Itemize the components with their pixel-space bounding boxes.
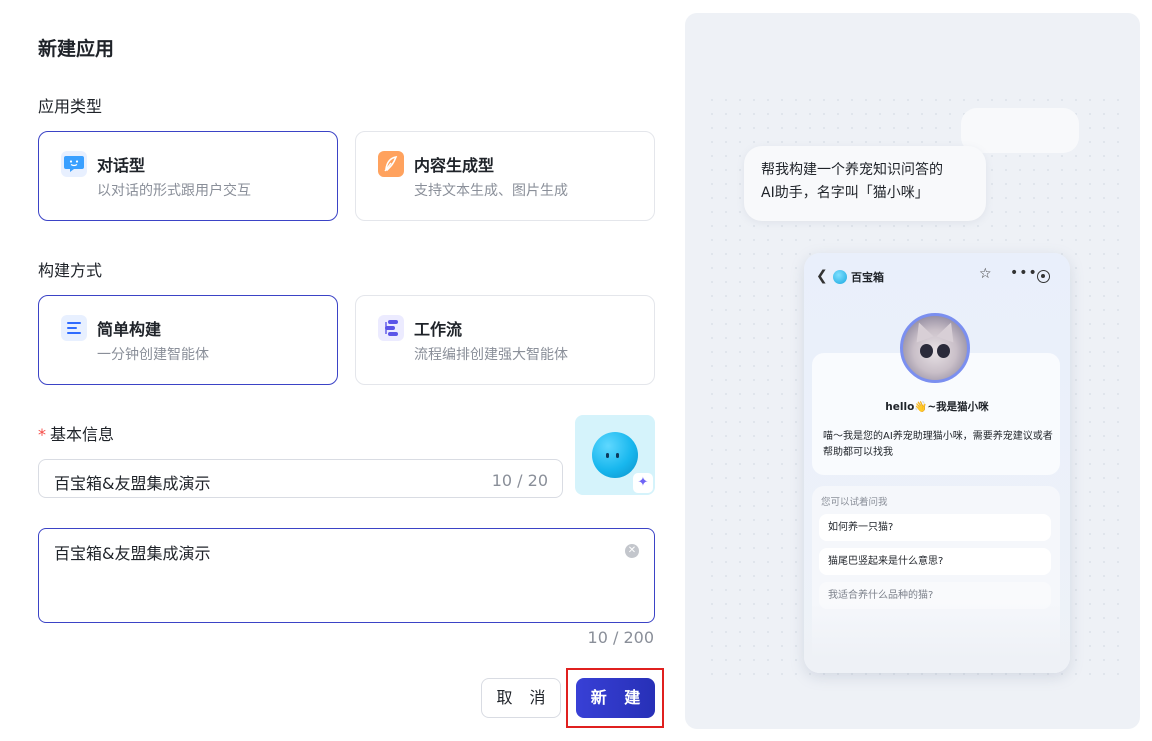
form-panel: 新建应用 应用类型 对话型 以对话的形式跟用户交互 内容生成型 支持文本生成、图… [38,0,664,741]
app-name-counter: 10 / 20 [491,471,548,490]
app-type-content-card[interactable]: 内容生成型 支持文本生成、图片生成 [355,131,655,221]
app-desc-textarea[interactable]: 百宝箱&友盟集成演示 ✕ [38,528,655,623]
card-desc: 流程编排创建强大智能体 [414,347,568,363]
card-desc: 支持文本生成、图片生成 [414,183,568,199]
preview-panel: 帮我构建一个养宠知识问答的 AI助手，名字叫「猫小咪」 ❮ 百宝箱 ☆ ••• … [685,13,1140,729]
prompt-line-1: 帮我构建一个养宠知识问答的 [761,162,943,178]
avatar-image [592,432,638,478]
intro-text: 喵～我是您的AI养宠助理猫小咪，需要养宠建议或者帮助都可以找我 [823,431,1053,458]
ai-generate-icon[interactable]: ✦ [633,473,653,493]
more-icon: ••• [1010,265,1038,281]
try-label: 您可以试着问我 [821,497,888,508]
dialog-title: 新建应用 [38,38,115,60]
required-mark: * [38,425,46,444]
app-desc-counter: 10 / 200 [587,628,654,647]
app-name-value: 百宝箱&友盟集成演示 [54,474,211,493]
suggested-question: 如何养一只猫? [819,514,1051,541]
ghost-bubble [961,108,1079,153]
card-title: 工作流 [414,320,463,339]
basic-info-label: * 基本信息 [38,421,114,445]
chat-icon [61,151,87,177]
phone-title: 百宝箱 [851,271,884,284]
cat-avatar [900,313,970,383]
phone-header: ❮ 百宝箱 ☆ ••• [804,265,1070,289]
star-icon: ☆ [979,266,992,282]
fade-overlay [804,603,1070,673]
highlight-box [566,668,664,728]
app-type-chat-card[interactable]: 对话型 以对话的形式跟用户交互 [38,131,338,221]
suggested-question: 猫尾巴竖起来是什么意思? [819,548,1051,575]
feather-icon [378,151,404,177]
build-workflow-card[interactable]: 工作流 流程编排创建强大智能体 [355,295,655,385]
build-method-label: 构建方式 [38,261,103,280]
card-title: 内容生成型 [414,156,495,175]
greeting-text: hello👋~我是猫小咪 [885,401,989,413]
new-app-dialog: 新建应用 应用类型 对话型 以对话的形式跟用户交互 内容生成型 支持文本生成、图… [0,0,1152,741]
app-desc-value: 百宝箱&友盟集成演示 [54,544,211,563]
app-avatar-picker[interactable]: ✦ [575,415,655,495]
list-icon [61,315,87,341]
card-title: 对话型 [97,156,146,175]
phone-mockup: ❮ 百宝箱 ☆ ••• hello👋~我是猫小咪 喵～我是您的AI养宠助理猫小咪… [804,253,1070,673]
back-icon: ❮ [816,268,828,284]
prompt-line-2: AI助手，名字叫「猫小咪」 [761,185,929,201]
prompt-bubble: 帮我构建一个养宠知识问答的 AI助手，名字叫「猫小咪」 [744,146,986,221]
logo-icon [833,270,847,284]
build-simple-card[interactable]: 简单构建 一分钟创建智能体 [38,295,338,385]
cancel-button[interactable]: 取 消 [481,678,561,718]
card-desc: 一分钟创建智能体 [97,347,209,363]
record-icon [1037,270,1050,283]
workflow-icon [378,315,404,341]
card-title: 简单构建 [97,320,162,339]
basic-info-text: 基本信息 [50,425,115,444]
app-type-label: 应用类型 [38,97,103,116]
app-name-input[interactable]: 百宝箱&友盟集成演示 10 / 20 [38,459,563,498]
card-desc: 以对话的形式跟用户交互 [97,183,251,199]
clear-icon[interactable]: ✕ [625,544,639,558]
